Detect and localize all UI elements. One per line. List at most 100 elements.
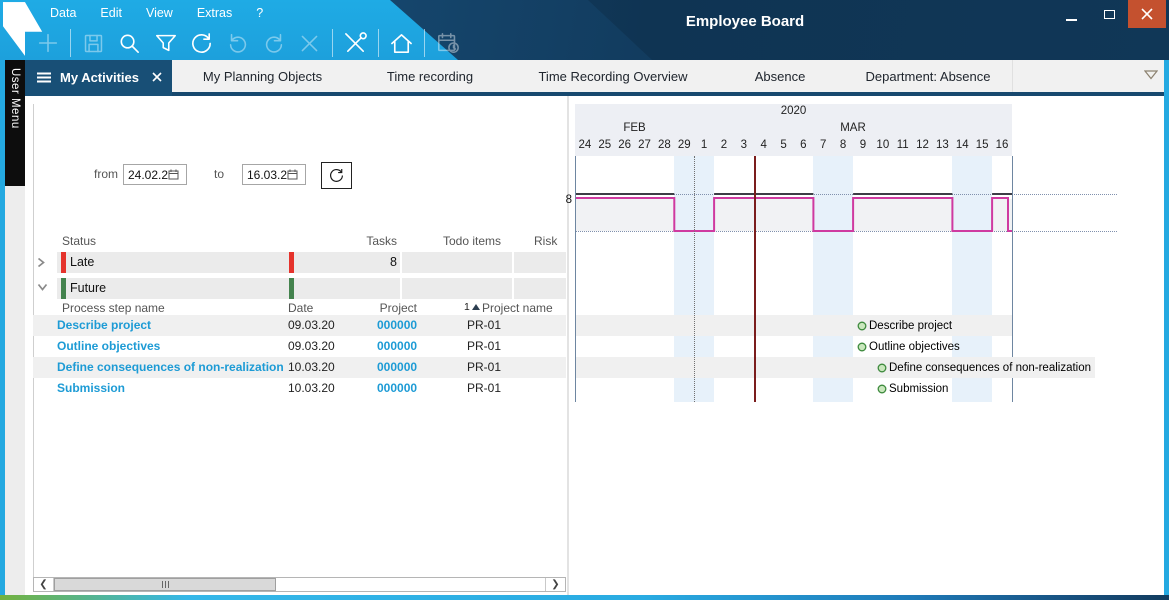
menu-edit[interactable]: Edit [95,5,127,21]
close-icon [1141,8,1153,20]
search-icon[interactable] [116,30,143,57]
toolbar-separator [378,29,379,57]
sort-indicator: 1 [464,301,480,313]
close-button[interactable] [1128,0,1166,28]
column-header-risk[interactable]: Risk [534,233,564,249]
column-header-date[interactable]: Date [288,300,313,316]
milestone-icon [857,342,867,352]
window-border-bottom [0,595,1169,600]
table-row[interactable]: Submission 10.03.20 000000 PR-01 [33,378,566,399]
column-header-todo-items[interactable]: Todo items [443,233,501,249]
hamburger-icon[interactable] [37,72,51,83]
home-icon[interactable] [388,30,415,57]
add-icon[interactable] [34,30,61,57]
milestone[interactable]: Submission [877,378,948,399]
to-label: to [200,167,224,181]
table-row[interactable]: Describe project 09.03.20 000000 PR-01 [33,315,566,336]
process-step-link[interactable]: Outline objectives [57,336,160,357]
tab-my-activities[interactable]: My Activities [25,60,172,96]
column-header-status[interactable]: Status [62,233,96,249]
project-link[interactable]: 000000 [377,357,417,378]
chevron-right-icon[interactable] [37,257,45,268]
menu-help[interactable]: ? [251,5,268,21]
tab-time-recording-overview[interactable]: Time Recording Overview [520,60,706,93]
project-link[interactable]: 000000 [377,378,417,399]
group-row-future[interactable]: Future [33,278,566,299]
project-link[interactable]: 000000 [377,315,417,336]
maximize-button[interactable] [1090,0,1128,28]
group-tasks-count: 8 [330,252,397,273]
menu-extras[interactable]: Extras [192,5,237,21]
scroll-left-button[interactable]: ❮ [34,578,54,591]
toolbar-separator [70,29,71,57]
milestone-icon [877,363,887,373]
calendar-icon[interactable] [168,169,179,180]
horizontal-scrollbar[interactable]: ❮ ❯ [33,577,566,592]
app-window: Data Edit View Extras ? Employee Board [0,0,1169,600]
group-row-late[interactable]: Late 8 [33,252,566,273]
tab-overflow-dropdown-icon[interactable] [1144,70,1158,80]
project-link[interactable]: 000000 [377,336,417,357]
gantt-month-mar: MAR [694,122,1012,134]
menu-data[interactable]: Data [45,5,81,21]
chevron-down-icon[interactable] [37,283,48,291]
column-header-project-name[interactable]: Project name [482,300,553,316]
menu-view[interactable]: View [141,5,178,21]
tab-my-planning-objects[interactable]: My Planning Objects [180,60,345,93]
to-date-field[interactable] [242,164,306,185]
undo-icon[interactable] [224,30,251,57]
refresh-icon [328,167,345,184]
gantt-year-label: 2020 [575,105,1012,117]
save-icon[interactable] [80,30,107,57]
table-row[interactable]: Define consequences of non-realization 1… [33,357,566,378]
refresh-icon[interactable] [188,30,215,57]
month-separator-line [694,156,695,402]
calendar-icon[interactable] [287,169,298,180]
table-row[interactable]: Outline objectives 09.03.20 000000 PR-01 [33,336,566,357]
filter-icon[interactable] [152,30,179,57]
toolbar-separator [424,29,425,57]
redo-icon[interactable] [260,30,287,57]
to-date-input[interactable] [243,168,287,182]
milestone[interactable]: Outline objectives [857,336,960,357]
tab-department-absence[interactable]: Department: Absence [848,60,1008,93]
user-menu-tab[interactable]: User Menu [5,60,25,186]
milestone-icon [877,384,887,394]
minimize-button[interactable] [1052,0,1090,28]
panel-splitter[interactable] [567,96,569,595]
status-color-bar [289,252,294,273]
milestone-icon [857,321,867,331]
gantt-day-row: 2425 2627 2829 12 34 56 78 910 1112 1314… [575,139,1012,155]
status-color-bar [61,252,66,273]
process-step-link[interactable]: Submission [57,378,125,399]
scrollbar-thumb[interactable] [54,578,276,591]
sort-ascending-icon [472,304,480,310]
planning-calendar-icon[interactable] [434,30,461,57]
milestone[interactable]: Describe project [857,315,952,336]
apply-refresh-button[interactable] [321,162,352,189]
workload-chart [575,156,1012,256]
process-step-link[interactable]: Define consequences of non-realization [57,357,284,378]
column-header-project[interactable]: Project [350,300,417,316]
tab-time-recording[interactable]: Time recording [355,60,505,93]
window-border-right [1164,60,1169,597]
gantt-month-feb: FEB [575,122,694,134]
column-header-process-step-name[interactable]: Process step name [62,300,165,316]
scroll-right-button[interactable]: ❯ [545,578,565,591]
tab-bar-extra-zone [1012,60,1164,92]
tab-label: My Activities [60,70,139,85]
process-step-link[interactable]: Describe project [57,315,151,336]
gantt-left-border [575,156,576,402]
delete-icon[interactable] [296,30,323,57]
from-label: from [78,167,118,181]
from-date-field[interactable] [123,164,187,185]
tools-icon[interactable] [342,30,369,57]
milestone[interactable]: Define consequences of non-realization [877,357,1095,378]
column-header-tasks[interactable]: Tasks [330,233,397,249]
tab-absence[interactable]: Absence [716,60,844,93]
from-date-input[interactable] [124,168,168,182]
status-color-bar [61,278,66,299]
window-title: Employee Board [595,13,895,30]
toolbar-separator [332,29,333,57]
tab-close-icon[interactable] [152,72,162,82]
